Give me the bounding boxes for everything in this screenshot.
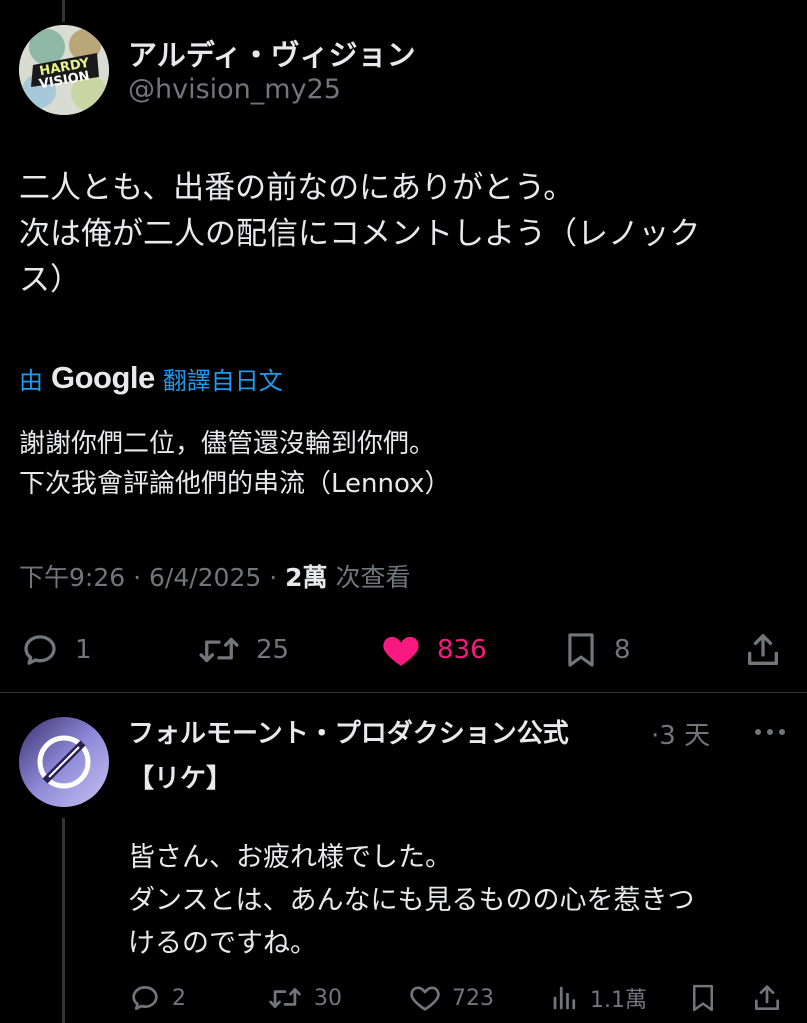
reply-tag: 【リケ】 — [128, 764, 233, 794]
retweet-icon — [269, 988, 301, 1008]
translated-text-line: 下次我會評論他們的串流（Lennox） — [19, 469, 451, 499]
reply-time-label: 3 天 — [659, 721, 711, 751]
translation-attribution[interactable]: 由 Google 翻譯自日文 — [19, 358, 283, 398]
retweet-icon — [199, 637, 239, 663]
share-button[interactable] — [743, 626, 783, 674]
bookmark-button[interactable]: 8 — [562, 626, 631, 674]
tweet-date[interactable]: 6/4/2025 — [149, 563, 261, 592]
reply-reply-count: 2 — [172, 985, 186, 1011]
heart-icon — [410, 986, 440, 1011]
like-button[interactable]: 836 — [379, 626, 487, 674]
reply-icon — [24, 635, 56, 665]
tweet-text: 二人とも、出番の前なのにありがとう。 次は俺が二人の配信にコメントしよう（レノッ… — [19, 165, 794, 303]
reply-text-line: ダンスとは、あんなにも見るものの心を惹きつ — [128, 885, 695, 916]
reply-like-button[interactable]: 723 — [408, 978, 494, 1018]
reply-views-button[interactable]: 1.1萬 — [550, 978, 647, 1018]
reply-like-count: 723 — [452, 985, 494, 1011]
reply-text-line: けるのですね。 — [128, 928, 317, 959]
tweet-metadata: 下午9:26 · 6/4/2025 · 2萬 次查看 — [19, 558, 410, 594]
thread-line — [62, 818, 65, 1023]
display-name[interactable]: アルディ・ヴィジョン — [128, 32, 416, 74]
bookmark-icon — [693, 984, 713, 1012]
bookmark-icon — [568, 633, 594, 667]
reply-retweet-button[interactable]: 30 — [266, 978, 342, 1018]
reply-time[interactable]: ·3 天 — [651, 715, 710, 752]
more-icon[interactable] — [752, 718, 788, 746]
translate-prefix: 由 — [19, 366, 43, 395]
reply-button[interactable]: 1 — [19, 626, 92, 674]
avatar-image: HARDY VISION — [19, 25, 109, 115]
bookmark-count: 8 — [614, 635, 631, 665]
tweet-text-line: ス） — [19, 262, 81, 298]
translate-suffix: 翻譯自日文 — [162, 366, 283, 395]
tweet-time[interactable]: 下午9:26 — [19, 563, 125, 592]
tweet-text-line: 二人とも、出番の前なのにありがとう。 — [19, 170, 575, 206]
translated-text-line: 謝謝你們二位，儘管還沒輪到你們。 — [19, 429, 436, 459]
thread-line — [62, 0, 65, 22]
reply-reply-button[interactable]: 2 — [128, 978, 186, 1018]
views-count: 2萬 — [285, 563, 328, 592]
translated-text: 謝謝你們二位，儘管還沒輪到你們。 下次我會評論他們的串流（Lennox） — [19, 424, 450, 504]
reply-share-button[interactable] — [751, 978, 783, 1018]
share-icon — [748, 634, 778, 665]
divider — [0, 692, 807, 693]
tweet-text-line: 次は俺が二人の配信にコメントしよう（レノック — [19, 216, 701, 252]
user-handle[interactable]: @hvision_my25 — [128, 74, 341, 105]
reply-display-name[interactable]: フォルモーント・プロダクション公式 — [128, 713, 569, 750]
avatar[interactable]: HARDY VISION — [19, 25, 109, 115]
retweet-button[interactable]: 25 — [196, 626, 289, 674]
views-icon — [553, 986, 576, 1010]
reply-retweet-count: 30 — [314, 985, 342, 1011]
retweet-count: 25 — [256, 635, 290, 665]
more-dots-icon — [755, 729, 785, 735]
separator-dot: · — [261, 563, 286, 592]
views-label: 次查看 — [335, 563, 411, 592]
reply-text-line: 皆さん、お疲れ様でした。 — [128, 842, 452, 873]
reply-count: 1 — [75, 635, 92, 665]
reply-avatar[interactable] — [19, 717, 109, 807]
google-logo: Google — [51, 360, 155, 395]
share-icon — [755, 985, 779, 1010]
like-count: 836 — [437, 635, 487, 665]
reply-icon — [132, 986, 158, 1010]
reply-views-count: 1.1萬 — [590, 988, 647, 1013]
reply-avatar-image — [19, 717, 109, 807]
reply-bookmark-button[interactable] — [688, 978, 718, 1018]
separator-dot: · — [125, 563, 149, 592]
reply-text: 皆さん、お疲れ様でした。 ダンスとは、あんなにも見るものの心を惹きつ けるのです… — [128, 836, 694, 965]
heart-icon — [383, 636, 419, 666]
